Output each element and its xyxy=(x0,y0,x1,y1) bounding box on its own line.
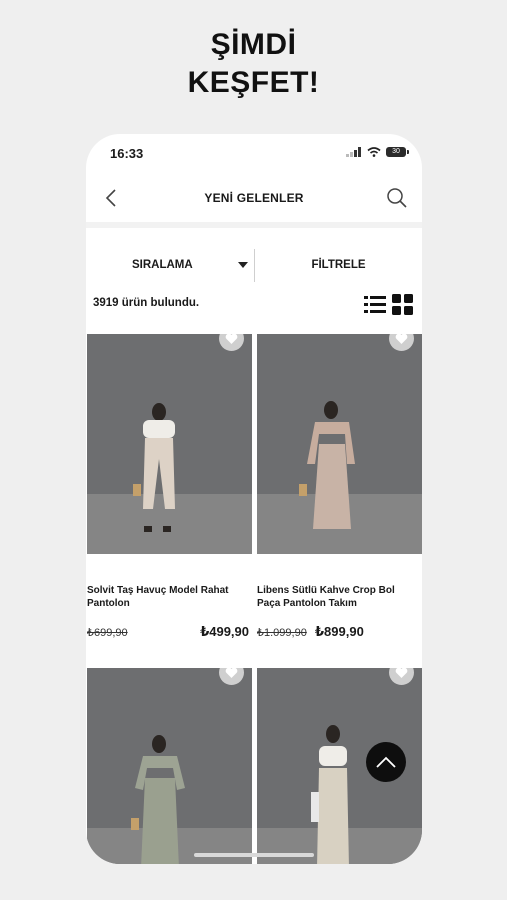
section-divider xyxy=(86,222,422,228)
product-card[interactable] xyxy=(87,668,253,864)
top-navbar: YENİ GELENLER xyxy=(86,178,422,218)
results-row: 3919 ürün bulundu. xyxy=(86,294,422,318)
status-time: 16:33 xyxy=(110,146,144,161)
product-image[interactable] xyxy=(87,334,252,554)
filter-label: FİLTRELE xyxy=(311,259,366,271)
promo-line-2: KEŞFET! xyxy=(187,66,320,99)
grid-view-icon[interactable] xyxy=(392,293,414,315)
product-price: ₺499,90 xyxy=(200,624,249,639)
wifi-icon xyxy=(367,147,381,157)
heart-icon xyxy=(225,334,238,344)
home-indicator xyxy=(194,853,314,857)
scroll-to-top-button[interactable] xyxy=(366,742,406,782)
page-title: YENİ GELENLER xyxy=(204,191,304,205)
promo-line-1: ŞİMDİ xyxy=(210,28,297,61)
product-old-price: ₺1.099,90 xyxy=(257,627,307,639)
battery-icon: 30 xyxy=(386,147,409,157)
results-count: 3919 ürün bulundu. xyxy=(93,297,200,309)
promo-headline: ŞİMDİ KEŞFET! xyxy=(0,26,507,102)
product-image[interactable] xyxy=(257,334,422,554)
sort-filter-bar: SIRALAMA FİLTRELE xyxy=(86,242,422,288)
signal-icon xyxy=(346,147,361,157)
product-name[interactable]: Solvit Taş Havuç Model Rahat Pantolon xyxy=(87,584,245,610)
heart-icon xyxy=(225,668,238,678)
status-bar: 16:33 30 xyxy=(86,134,422,174)
status-icons: 30 xyxy=(346,147,409,157)
product-image[interactable] xyxy=(87,668,252,864)
sort-label: SIRALAMA xyxy=(132,259,193,271)
sort-button[interactable]: SIRALAMA xyxy=(86,242,254,288)
heart-icon xyxy=(395,668,408,678)
product-card[interactable]: Solvit Taş Havuç Model Rahat Pantolon ₺6… xyxy=(87,334,253,639)
phone-screen: 16:33 30 YENİ GELENLER SIRALAMA FİLTRELE… xyxy=(86,134,422,864)
search-icon[interactable] xyxy=(384,185,410,211)
product-price: ₺899,90 xyxy=(315,624,364,639)
heart-icon xyxy=(395,334,408,344)
list-view-icon[interactable] xyxy=(364,293,386,315)
product-name[interactable]: Libens Sütlü Kahve Crop Bol Paça Pantolo… xyxy=(257,584,415,610)
caret-down-icon xyxy=(238,262,248,268)
chevron-up-icon xyxy=(376,756,396,768)
product-old-price: ₺699,90 xyxy=(87,627,128,639)
product-card[interactable]: Libens Sütlü Kahve Crop Bol Paça Pantolo… xyxy=(257,334,422,639)
filter-button[interactable]: FİLTRELE xyxy=(255,242,422,288)
